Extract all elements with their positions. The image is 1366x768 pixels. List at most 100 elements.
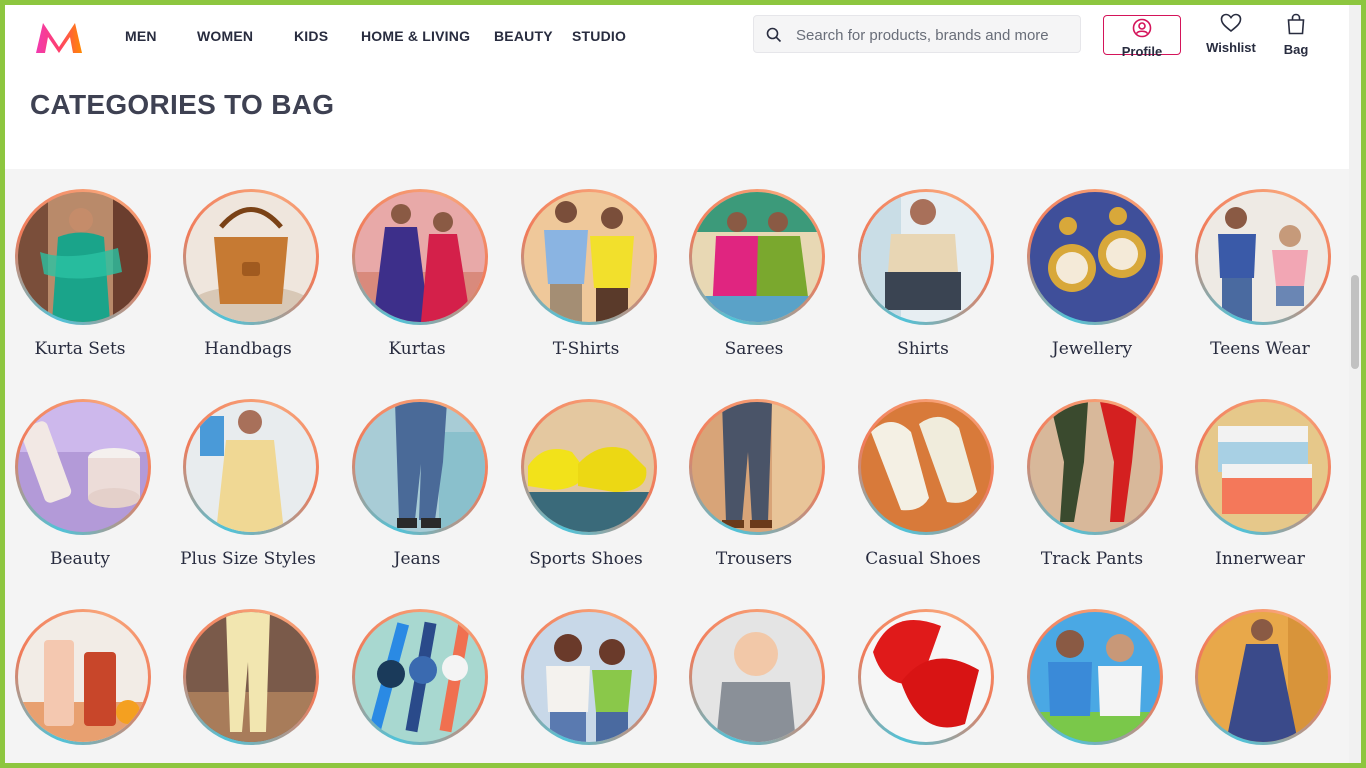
category-image-ring [858, 399, 994, 535]
myntra-logo-icon[interactable] [33, 17, 85, 57]
kids-tshirts-image [1030, 612, 1160, 742]
category-tile-row3-1[interactable] [5, 589, 155, 763]
category-tile-row3-3[interactable] [342, 589, 492, 763]
bag-icon [1287, 13, 1305, 35]
category-image-ring [689, 609, 825, 745]
wishlist-button[interactable]: Wishlist [1203, 13, 1259, 55]
category-tile-teens-wear[interactable]: Teens Wear [1185, 169, 1335, 359]
category-tile-kurta-sets[interactable]: Kurta Sets [5, 169, 155, 359]
category-tile-jeans[interactable]: Jeans [342, 379, 492, 569]
jewellery-image [1030, 192, 1160, 322]
category-tile-shirts[interactable]: Shirts [848, 169, 998, 359]
profile-button[interactable]: Profile [1103, 15, 1181, 59]
category-tile-sarees[interactable]: Sarees [679, 169, 829, 359]
category-image-ring [1027, 399, 1163, 535]
section-title: CATEGORIES TO BAG [30, 89, 335, 120]
category-grid: Kurta Sets Handbags Kurtas T-Shirts Sare… [5, 169, 1349, 763]
nav-men[interactable]: MEN [125, 28, 157, 44]
nav-home-living[interactable]: HOME & LIVING [361, 28, 470, 44]
category-tile-row3-2[interactable] [173, 589, 323, 763]
category-tile-plus-size-styles[interactable]: Plus Size Styles [173, 379, 323, 569]
category-tile-casual-shoes[interactable]: Casual Shoes [848, 379, 998, 569]
search-bar [753, 15, 1081, 54]
category-tile-row3-7[interactable] [1017, 589, 1167, 763]
category-image-ring [1195, 399, 1331, 535]
category-label: Sarees [724, 339, 784, 359]
category-tile-handbags[interactable]: Handbags [173, 169, 323, 359]
category-label: Teens Wear [1210, 339, 1310, 359]
dresses-image [1198, 612, 1328, 742]
scrollbar-thumb[interactable] [1351, 275, 1359, 369]
flip-flops-image [861, 612, 991, 742]
pants-image [186, 612, 316, 742]
sarees-image [692, 192, 822, 322]
tops-image [524, 612, 654, 742]
user-icon [1132, 18, 1152, 38]
category-label: T-Shirts [552, 339, 620, 359]
shirts-image [861, 192, 991, 322]
sports-shoes-image [524, 402, 654, 532]
category-image-ring [183, 399, 319, 535]
category-image-ring [858, 189, 994, 325]
category-label: Trousers [715, 549, 793, 569]
t-shirts-image [524, 192, 654, 322]
nav-beauty[interactable]: BEAUTY [494, 28, 553, 44]
category-image-ring [15, 189, 151, 325]
beauty-image [18, 402, 148, 532]
category-tile-sports-shoes[interactable]: Sports Shoes [511, 379, 661, 569]
search-input[interactable] [794, 16, 1078, 54]
category-tile-innerwear[interactable]: Innerwear [1185, 379, 1335, 569]
category-image-ring [858, 609, 994, 745]
page-frame: MEN WOMEN KIDS HOME & LIVING BEAUTY STUD… [5, 5, 1361, 763]
track-pants-image [1030, 402, 1160, 532]
category-image-ring [689, 189, 825, 325]
category-tile-row3-6[interactable] [848, 589, 998, 763]
category-tile-row3-4[interactable] [511, 589, 661, 763]
nav-kids[interactable]: KIDS [294, 28, 328, 44]
category-label: Shirts [897, 339, 949, 359]
category-label: Track Pants [1040, 549, 1144, 569]
category-image-ring [15, 399, 151, 535]
site-header: MEN WOMEN KIDS HOME & LIVING BEAUTY STUD… [5, 5, 1349, 73]
page-scrollbar[interactable] [1349, 5, 1361, 763]
category-tile-jewellery[interactable]: Jewellery [1017, 169, 1167, 359]
category-tile-track-pants[interactable]: Track Pants [1017, 379, 1167, 569]
nav-studio[interactable]: STUDIO [572, 28, 626, 44]
category-tile-t-shirts[interactable]: T-Shirts [511, 169, 661, 359]
category-tile-row3-5[interactable] [679, 589, 829, 763]
innerwear-image [1198, 402, 1328, 532]
nav-women[interactable]: WOMEN [197, 28, 253, 44]
category-label: Handbags [204, 339, 292, 359]
profile-label: Profile [1121, 44, 1163, 59]
personal-care-image [18, 612, 148, 742]
kurta-sets-image [18, 192, 148, 322]
category-label: Jeans [393, 549, 441, 569]
category-image-ring [1027, 189, 1163, 325]
plus-size-styles-image [186, 402, 316, 532]
category-label: Jewellery [1051, 339, 1133, 359]
category-image-ring [15, 609, 151, 745]
category-tile-trousers[interactable]: Trousers [679, 379, 829, 569]
category-image-ring [521, 189, 657, 325]
category-tile-kurtas[interactable]: Kurtas [342, 169, 492, 359]
teens-wear-image [1198, 192, 1328, 322]
handbags-image [186, 192, 316, 322]
category-image-ring [1195, 609, 1331, 745]
category-image-ring [521, 399, 657, 535]
kurtas-image [355, 192, 485, 322]
infant-wear-image [692, 612, 822, 742]
category-label: Plus Size Styles [180, 549, 316, 569]
category-image-ring [689, 399, 825, 535]
heart-icon [1220, 13, 1242, 33]
bag-button[interactable]: Bag [1279, 13, 1313, 57]
category-image-ring [521, 609, 657, 745]
trousers-image [692, 402, 822, 532]
search-icon [766, 27, 782, 43]
casual-shoes-image [861, 402, 991, 532]
category-tile-beauty[interactable]: Beauty [5, 379, 155, 569]
category-image-ring [352, 399, 488, 535]
wishlist-label: Wishlist [1206, 40, 1256, 55]
category-label: Kurtas [388, 339, 446, 359]
category-label: Casual Shoes [865, 549, 981, 569]
category-tile-row3-8[interactable] [1185, 589, 1335, 763]
